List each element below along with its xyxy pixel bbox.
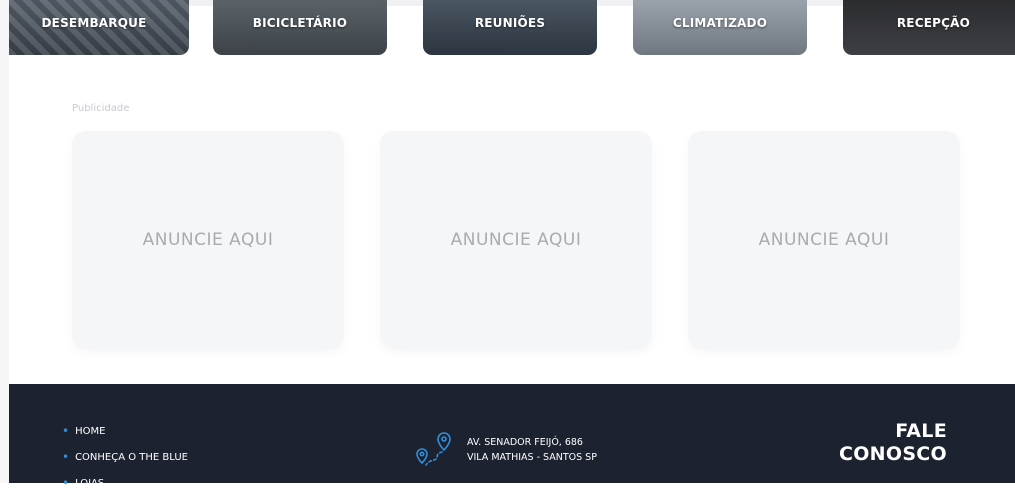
footer-nav-label: CONHEÇA O THE BLUE [75, 451, 188, 463]
address-line-2: VILA MATHIAS - SANTOS SP [467, 452, 597, 463]
footer-nav-home[interactable]: • HOME [62, 418, 188, 444]
contact-line-2: CONOSCO [838, 443, 947, 465]
site-footer: • HOME • CONHEÇA O THE BLUE • LOJAS AV. … [9, 384, 1015, 489]
ad-text: ANUNCIE AQUI [758, 230, 890, 250]
footer-nav: • HOME • CONHEÇA O THE BLUE • LOJAS [62, 418, 188, 496]
feature-tile-climatizado[interactable]: CLIMATIZADO [633, 0, 807, 55]
contact-line-1: FALE [895, 420, 947, 442]
feature-label: DESEMBARQUE [41, 16, 147, 30]
footer-nav-label: LOJAS [75, 477, 105, 489]
ads-caption: Publicidade [72, 103, 130, 114]
ad-text: ANUNCIE AQUI [142, 230, 274, 250]
address-line-1: AV. SENADOR FEIJÓ, 686 [467, 437, 583, 448]
ad-card[interactable]: ANUNCIE AQUI [72, 131, 344, 349]
footer-nav-label: HOME [75, 425, 106, 437]
feature-tile-recepcao[interactable]: RECEPÇÃO [843, 0, 1015, 55]
feature-tile-desembarque[interactable]: DESEMBARQUE [9, 0, 189, 55]
footer-address: AV. SENADOR FEIJÓ, 686 VILA MATHIAS - SA… [467, 435, 597, 465]
bullet-icon: • [62, 450, 70, 464]
feature-label: REUNIÕES [474, 16, 546, 30]
ad-card[interactable]: ANUNCIE AQUI [380, 131, 652, 349]
bullet-icon: • [62, 476, 70, 490]
footer-nav-about[interactable]: • CONHEÇA O THE BLUE [62, 444, 188, 470]
ad-card[interactable]: ANUNCIE AQUI [688, 131, 960, 349]
feature-label: RECEPÇÃO [896, 16, 970, 30]
contact-link[interactable]: FALE CONOSCO [839, 420, 947, 466]
bullet-icon: • [62, 424, 70, 438]
feature-tile-bicicletario[interactable]: BICICLETÁRIO [213, 0, 387, 55]
feature-tile-reunioes[interactable]: REUNIÕES [423, 0, 597, 55]
ad-text: ANUNCIE AQUI [450, 230, 582, 250]
feature-label: BICICLETÁRIO [252, 16, 348, 30]
map-route-icon [416, 432, 451, 466]
footer-nav-stores[interactable]: • LOJAS [62, 470, 188, 496]
feature-label: CLIMATIZADO [672, 16, 768, 30]
page-left-edge [0, 0, 9, 483]
